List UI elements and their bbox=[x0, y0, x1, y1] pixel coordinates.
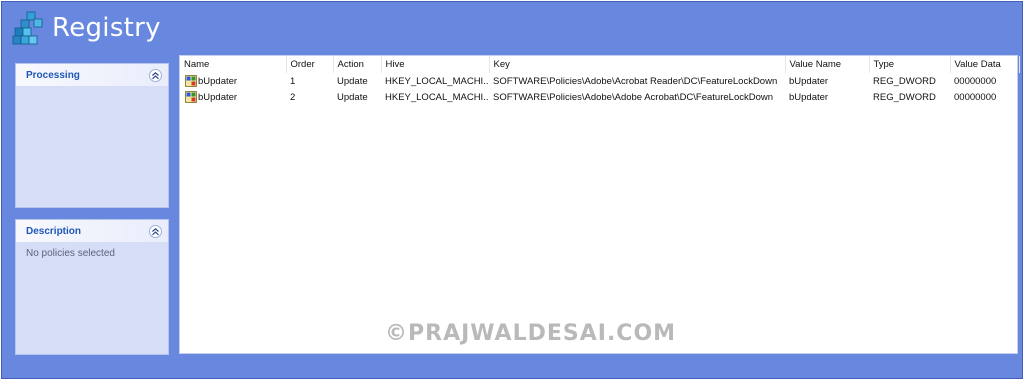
column-header-order[interactable]: Order bbox=[286, 56, 334, 73]
description-panel: Description No policies selected bbox=[15, 219, 169, 355]
order-cell: 2 bbox=[290, 91, 296, 103]
action-cell: Update bbox=[337, 75, 368, 87]
type-cell: REG_DWORD bbox=[873, 75, 936, 87]
row-name: bUpdater bbox=[198, 75, 238, 87]
column-header-value-name[interactable]: Value Name bbox=[785, 56, 870, 73]
app-title: Registry bbox=[52, 13, 161, 43]
table-header-row: Name Order Action Hive Key Value Name Ty… bbox=[180, 56, 1020, 73]
column-header-value-data[interactable]: Value Data bbox=[950, 56, 1020, 73]
description-text: No policies selected bbox=[26, 248, 115, 259]
column-header-hive[interactable]: Hive bbox=[381, 56, 490, 73]
value-name-cell: bUpdater bbox=[789, 91, 829, 103]
name-cell: bUpdater bbox=[180, 89, 286, 105]
column-header-action[interactable]: Action bbox=[333, 56, 382, 73]
hive-cell: HKEY_LOCAL_MACHI... bbox=[385, 75, 489, 87]
value-data-cell: 00000000 bbox=[954, 91, 997, 103]
table-row[interactable]: bUpdater 1 Update HKEY_LOCAL_MACHI... SO… bbox=[180, 73, 1019, 89]
value-data-cell: 00000000 bbox=[954, 75, 997, 87]
chevron-up-icon bbox=[152, 71, 159, 79]
order-cell: 1 bbox=[290, 75, 296, 87]
collapse-description-button[interactable] bbox=[149, 224, 162, 238]
key-cell: SOFTWARE\Policies\Adobe\Adobe Acrobat\DC… bbox=[493, 91, 774, 103]
processing-panel: Processing bbox=[15, 63, 169, 208]
value-name-cell: bUpdater bbox=[789, 75, 829, 87]
watermark: ©PRAJWALDESAI.COM bbox=[385, 321, 677, 346]
description-panel-title: Description bbox=[26, 225, 82, 237]
action-cell: Update bbox=[337, 91, 368, 103]
column-header-name[interactable]: Name bbox=[180, 56, 287, 73]
collapse-processing-button[interactable] bbox=[149, 68, 162, 82]
key-cell: SOFTWARE\Policies\Adobe\Acrobat Reader\D… bbox=[493, 75, 778, 87]
table-row[interactable]: bUpdater 2 Update HKEY_LOCAL_MACHI... SO… bbox=[180, 89, 1019, 105]
processing-panel-body bbox=[16, 86, 168, 98]
column-header-type[interactable]: Type bbox=[869, 56, 951, 73]
registry-value-icon bbox=[185, 91, 197, 103]
chevron-up-icon bbox=[152, 227, 159, 235]
processing-panel-header[interactable]: Processing bbox=[16, 64, 168, 86]
name-cell: bUpdater bbox=[180, 73, 286, 89]
registry-window: Registry Processing Description No polic… bbox=[1, 1, 1023, 379]
registry-editor-icon bbox=[10, 10, 44, 46]
header: Registry bbox=[10, 8, 161, 48]
type-cell: REG_DWORD bbox=[873, 91, 936, 103]
description-panel-header[interactable]: Description bbox=[16, 220, 168, 242]
column-header-key[interactable]: Key bbox=[489, 56, 786, 73]
processing-panel-title: Processing bbox=[26, 69, 80, 81]
registry-settings-list: Name Order Action Hive Key Value Name Ty… bbox=[179, 55, 1020, 354]
registry-table: Name Order Action Hive Key Value Name Ty… bbox=[180, 56, 1020, 105]
row-name: bUpdater bbox=[198, 91, 238, 103]
registry-value-icon bbox=[185, 75, 197, 87]
hive-cell: HKEY_LOCAL_MACHI... bbox=[385, 91, 489, 103]
